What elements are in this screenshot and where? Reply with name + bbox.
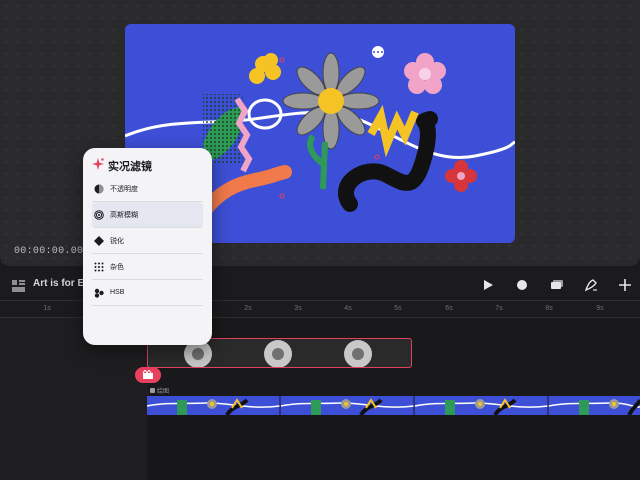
filter-item-hsb[interactable]: HSB	[92, 280, 203, 306]
track-icon	[150, 388, 155, 393]
blur-icon	[94, 209, 104, 220]
filter-item-label: 高斯模糊	[110, 211, 138, 219]
layers-icon[interactable]	[548, 276, 566, 294]
empty-track	[147, 415, 640, 480]
noise-icon	[94, 262, 104, 272]
plus-icon[interactable]	[616, 276, 634, 294]
ruler-tick: 4s	[344, 305, 352, 312]
sharpen-icon	[94, 235, 104, 246]
clip-badge[interactable]	[135, 367, 161, 383]
filter-item-sharpen[interactable]: 锐化	[92, 228, 203, 254]
app-window: 00:00:00.001 Art is for Eve 1s 2s 3s 4s …	[0, 0, 640, 480]
filter-item-label: 不透明度	[110, 185, 138, 193]
opacity-icon	[94, 184, 104, 194]
play-icon[interactable]	[479, 276, 497, 294]
timecode-display: 00:00:00.001	[14, 246, 90, 257]
ruler-tick: 6s	[445, 305, 453, 312]
sparkle-icon	[92, 157, 104, 175]
live-filter-popover: 实况滤镜 不透明度 高斯模糊 锐化 杂色 HSB	[83, 148, 212, 345]
popover-title: 实况滤镜	[108, 161, 152, 173]
filter-item-label: 杂色	[110, 263, 124, 271]
project-icon[interactable]	[12, 279, 25, 292]
ruler-tick: 7s	[495, 305, 503, 312]
ruler-tick: 1s	[43, 305, 51, 312]
clapper-icon	[142, 370, 153, 379]
record-icon[interactable]	[513, 276, 531, 294]
filter-item-label: 锐化	[110, 237, 124, 245]
pen-icon[interactable]	[582, 276, 600, 294]
ruler-tick: 2s	[244, 305, 252, 312]
main-track-label: 绘图	[150, 386, 169, 395]
hsb-icon	[94, 288, 104, 298]
filter-item-blur[interactable]: 高斯模糊	[92, 202, 203, 228]
filter-item-noise[interactable]: 杂色	[92, 254, 203, 280]
popover-header: 实况滤镜	[92, 156, 203, 176]
ruler-tick: 8s	[545, 305, 553, 312]
filter-item-label: HSB	[110, 289, 125, 296]
filter-item-opacity[interactable]: 不透明度	[92, 176, 203, 202]
ruler-tick: 5s	[394, 305, 402, 312]
artwork-clip[interactable]	[147, 396, 640, 415]
ruler-tick: 9s	[596, 305, 604, 312]
main-track-label-text: 绘图	[157, 389, 170, 395]
ruler-tick: 3s	[294, 305, 302, 312]
